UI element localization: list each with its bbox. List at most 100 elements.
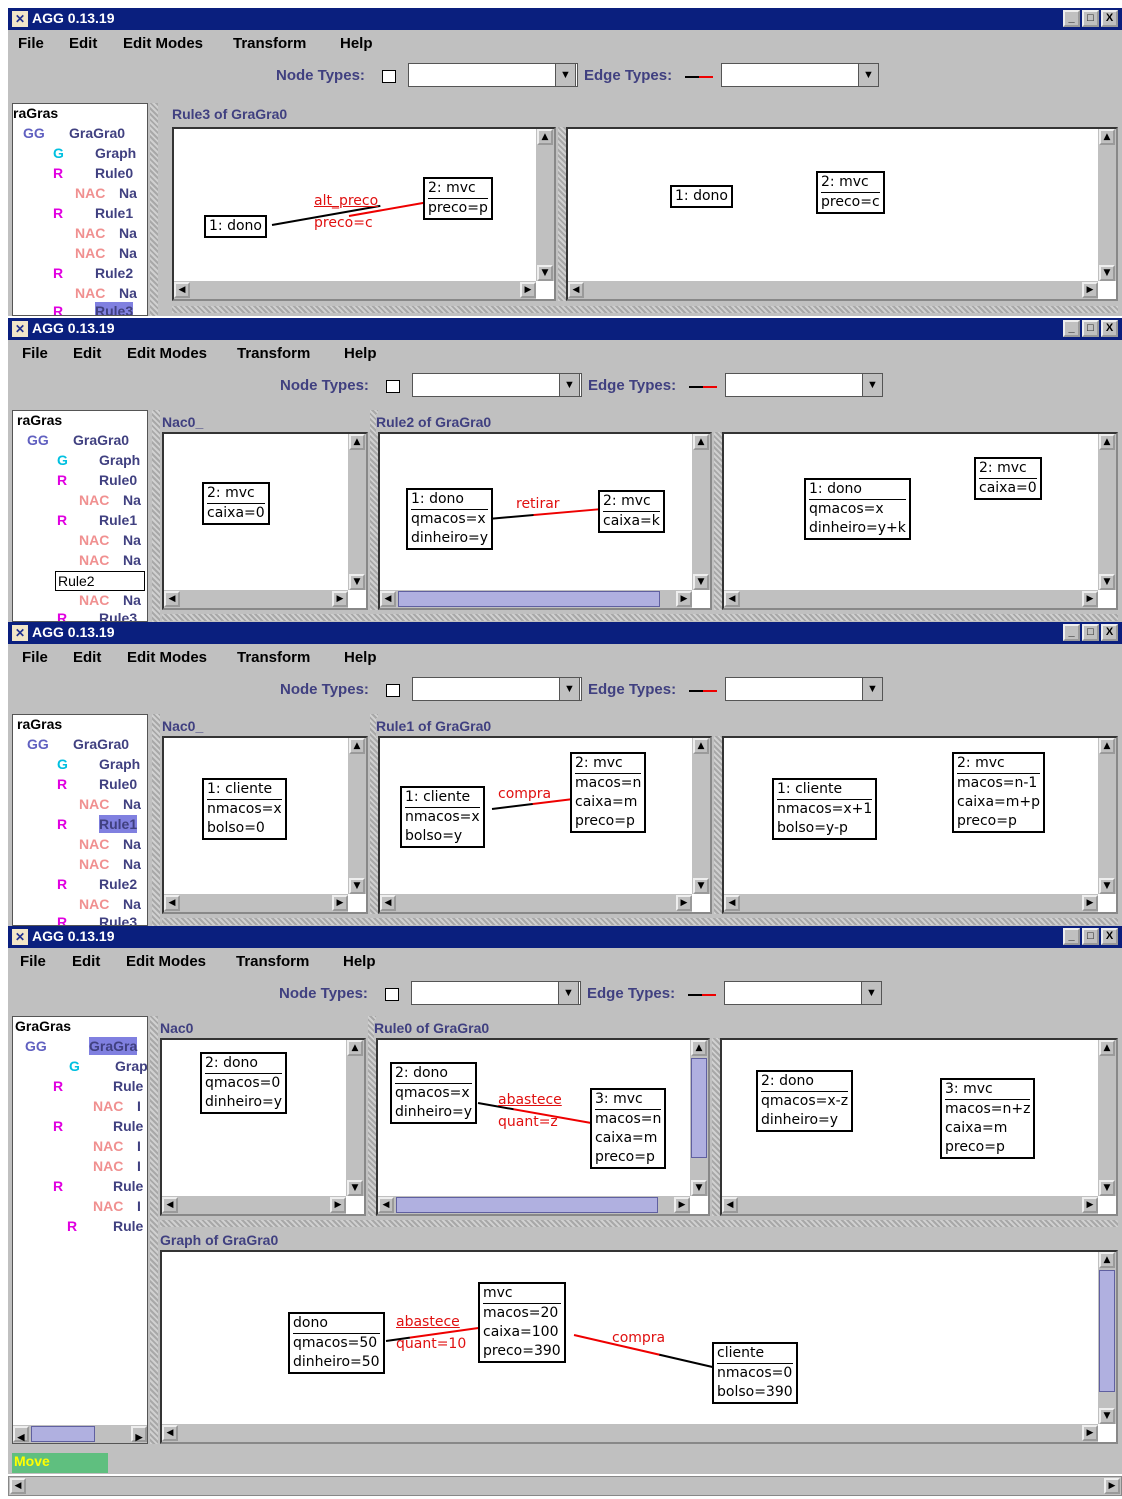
chevron-down-icon[interactable]: ▼ [861, 981, 882, 1005]
scroll-right-arrow-icon[interactable]: ▶ [676, 895, 692, 911]
tree-item-nac[interactable]: Na [119, 184, 137, 202]
tree-item-graph[interactable]: Graph [95, 144, 136, 162]
node-mvc[interactable]: 3: mvc macos=n caixa=m preco=p [590, 1088, 667, 1169]
tree-item-rule3[interactable]: Rule3 [95, 302, 134, 315]
node-types-combo[interactable] [412, 373, 582, 397]
tree-item-gragra0[interactable]: GraGra [89, 1037, 138, 1055]
tree-item-nac[interactable]: Na [119, 224, 137, 242]
tree-item-nac[interactable]: I [137, 1197, 141, 1215]
tree-item-rule2[interactable]: Rule2 [95, 264, 133, 282]
tree-item-nac[interactable]: Na [119, 284, 137, 302]
tree-item-nac[interactable]: Na [123, 591, 141, 609]
title-bar[interactable]: ✕ AGG 0.13.19 _ □ X [8, 622, 1122, 644]
lhs-rhs-splitter[interactable] [714, 432, 722, 610]
menu-edit[interactable]: Edit [73, 345, 101, 362]
tree-item-graph[interactable]: Graph [99, 451, 140, 469]
menu-file[interactable]: File [22, 649, 48, 666]
scroll-up-arrow-icon[interactable]: ▲ [1099, 738, 1115, 754]
scroll-down-arrow-icon[interactable]: ▼ [693, 574, 709, 590]
menu-help[interactable]: Help [344, 649, 377, 666]
edge-types-combo[interactable] [725, 373, 865, 397]
tree-item-rule1[interactable]: Rule1 [95, 204, 133, 222]
scroll-left-arrow-icon[interactable]: ◀ [164, 895, 180, 911]
minimize-button[interactable]: _ [1063, 624, 1080, 641]
tree-item-rule1[interactable]: Rule1 [99, 511, 137, 529]
scroll-left-arrow-icon[interactable]: ◀ [174, 282, 190, 298]
scroll-left-arrow-icon[interactable]: ◀ [378, 1197, 394, 1213]
tree-item-nac[interactable]: Na [123, 551, 141, 569]
tree-item-rule2[interactable]: Rule2 [99, 875, 137, 893]
tree-item-nac[interactable]: Na [123, 835, 141, 853]
horizontal-scrollbar[interactable]: ◀ ▶ [164, 590, 348, 608]
node-cliente[interactable]: 1: cliente nmacos=x+1 bolso=y-p [772, 778, 878, 840]
node-dono[interactable]: 1: dono qmacos=x dinheiro=y+k [804, 478, 911, 540]
menu-edit-modes[interactable]: Edit Modes [123, 35, 203, 52]
vertical-scrollbar[interactable]: ▲ ▼ [1098, 434, 1116, 590]
rule-lhs-canvas[interactable]: 1: dono 2: mvc preco=p alt_preco preco=c … [172, 127, 556, 301]
horizontal-scrollbar[interactable]: ◀ ▶ [8, 1476, 1122, 1496]
node-dono[interactable]: 2: dono qmacos=x-z dinheiro=y [756, 1070, 854, 1132]
horizontal-scrollbar[interactable]: ◀ ▶ [162, 1196, 346, 1214]
scroll-thumb[interactable] [1099, 1270, 1115, 1392]
tree-item-rule0[interactable]: Rule0 [99, 471, 137, 489]
menu-transform[interactable]: Transform [237, 649, 310, 666]
scroll-right-arrow-icon[interactable]: ▶ [676, 591, 692, 607]
tree-rename-input[interactable]: Rule2 [55, 571, 145, 591]
menu-edit[interactable]: Edit [73, 649, 101, 666]
tree-item-rule3[interactable]: Rule [113, 1217, 143, 1235]
vertical-scrollbar[interactable]: ▲ ▼ [690, 1040, 708, 1196]
node-type-checkbox[interactable] [386, 380, 400, 393]
tree-item-rule3[interactable]: Rule3 [99, 609, 137, 621]
horizontal-scrollbar[interactable]: ◀ ▶ [724, 894, 1098, 912]
node-dono[interactable]: dono qmacos=50 dinheiro=50 [288, 1312, 385, 1374]
rule-rhs-canvas[interactable]: 1: dono qmacos=x dinheiro=y+k 2: mvc caixa=… [722, 432, 1118, 610]
graph-splitter[interactable] [162, 918, 1118, 925]
node-type-checkbox[interactable] [386, 684, 400, 697]
scroll-left-arrow-icon[interactable]: ◀ [568, 282, 584, 298]
menu-edit[interactable]: Edit [69, 35, 97, 52]
nac-rule-splitter[interactable] [370, 410, 378, 610]
tree-item-nac[interactable]: Na [119, 244, 137, 262]
chevron-down-icon[interactable]: ▼ [555, 63, 576, 87]
menu-help[interactable]: Help [343, 953, 376, 970]
chevron-down-icon[interactable]: ▼ [858, 63, 879, 87]
scroll-down-arrow-icon[interactable]: ▼ [693, 878, 709, 894]
tree-item-nac[interactable]: I [137, 1157, 141, 1175]
menu-help[interactable]: Help [344, 345, 377, 362]
node-mvc[interactable]: 2: mvc preco=c [816, 171, 885, 214]
scroll-up-arrow-icon[interactable]: ▲ [1099, 129, 1115, 145]
close-button[interactable]: X [1101, 624, 1118, 641]
scroll-thumb[interactable] [398, 591, 660, 607]
tree-item-rule0[interactable]: Rule0 [99, 775, 137, 793]
chevron-down-icon[interactable]: ▼ [558, 981, 579, 1005]
node-dono[interactable]: 1: dono [204, 215, 267, 238]
node-mvc[interactable]: 3: mvc macos=n+z caixa=m preco=p [940, 1078, 1036, 1159]
menu-file[interactable]: File [20, 953, 46, 970]
tree-item-rule0[interactable]: Rule0 [95, 164, 133, 182]
tree-item-gragra0[interactable]: GraGra0 [73, 431, 129, 449]
node-mvc[interactable]: 2: mvc macos=n-1 caixa=m+p preco=p [952, 752, 1046, 833]
vertical-scrollbar[interactable]: ▲ ▼ [536, 129, 554, 281]
node-types-combo[interactable] [412, 677, 582, 701]
tree-splitter[interactable] [152, 714, 160, 926]
scroll-right-arrow-icon[interactable]: ▶ [520, 282, 536, 298]
node-types-combo[interactable] [411, 981, 581, 1005]
chevron-down-icon[interactable]: ▼ [559, 677, 580, 701]
graph-splitter[interactable] [172, 306, 1118, 313]
lhs-rhs-splitter[interactable] [712, 1038, 720, 1216]
menu-transform[interactable]: Transform [236, 953, 309, 970]
scroll-up-arrow-icon[interactable]: ▲ [1099, 434, 1115, 450]
tree-item-rule3[interactable]: Rule3 [99, 913, 137, 925]
vertical-scrollbar[interactable]: ▲ ▼ [1098, 129, 1116, 281]
close-button[interactable]: X [1101, 10, 1118, 27]
chevron-down-icon[interactable]: ▼ [862, 677, 883, 701]
scroll-down-arrow-icon[interactable]: ▼ [1099, 878, 1115, 894]
node-cliente[interactable]: 1: cliente nmacos=x bolso=0 [202, 778, 287, 840]
scroll-right-arrow-icon[interactable]: ▶ [674, 1197, 690, 1213]
horizontal-scrollbar[interactable]: ◀ ▶ [380, 590, 692, 608]
nac-canvas[interactable]: 1: cliente nmacos=x bolso=0 ▲ ▼ ◀ ▶ [162, 736, 368, 914]
edge-types-combo[interactable] [725, 677, 865, 701]
menu-edit-modes[interactable]: Edit Modes [126, 953, 206, 970]
scroll-left-arrow-icon[interactable]: ◀ [380, 895, 396, 911]
menu-edit-modes[interactable]: Edit Modes [127, 345, 207, 362]
